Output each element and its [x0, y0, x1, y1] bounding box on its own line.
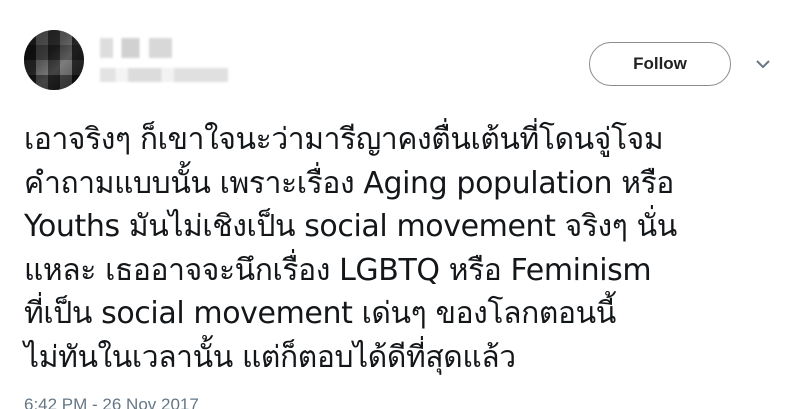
tweet-text-line: แหละ เธออาจจะนึกเรื่อง LGBTQ หรือ Femini…	[24, 252, 652, 288]
tweet-text: เอาจริงๆ ก็เขาใจนะว่ามารีญาคงตื่นเต้นที่…	[24, 118, 794, 379]
author-name-blurred[interactable]	[100, 38, 172, 58]
avatar-pixelation	[24, 30, 84, 90]
tweet-text-line: ที่เป็น social movement เด่นๆ ของโลกตอนน…	[24, 296, 616, 331]
tweet-text-line: เอาจริงๆ ก็เขาใจนะว่ามารีญาคงตื่นเต้นที่…	[24, 122, 664, 157]
tweet-card: Follow เอาจริงๆ ก็เขาใจนะว่ามารีญาคงตื่น…	[0, 0, 800, 409]
chevron-down-icon[interactable]	[754, 56, 772, 72]
tweet-timestamp[interactable]: 6:42 PM - 26 Nov 2017	[24, 395, 199, 409]
tweet-text-line: คำถามแบบนั้น เพราะเรื่อง Aging populatio…	[24, 165, 674, 201]
avatar[interactable]	[24, 30, 84, 90]
tweet-text-line: Youths มันไม่เชิงเป็น social movement จร…	[24, 209, 677, 244]
follow-button[interactable]: Follow	[589, 42, 731, 86]
author-handle-blurred[interactable]	[100, 68, 228, 82]
tweet-text-line: ไม่ทันในเวลานั้น แต่ก็ตอบได้ดีที่สุดแล้ว	[24, 339, 516, 375]
